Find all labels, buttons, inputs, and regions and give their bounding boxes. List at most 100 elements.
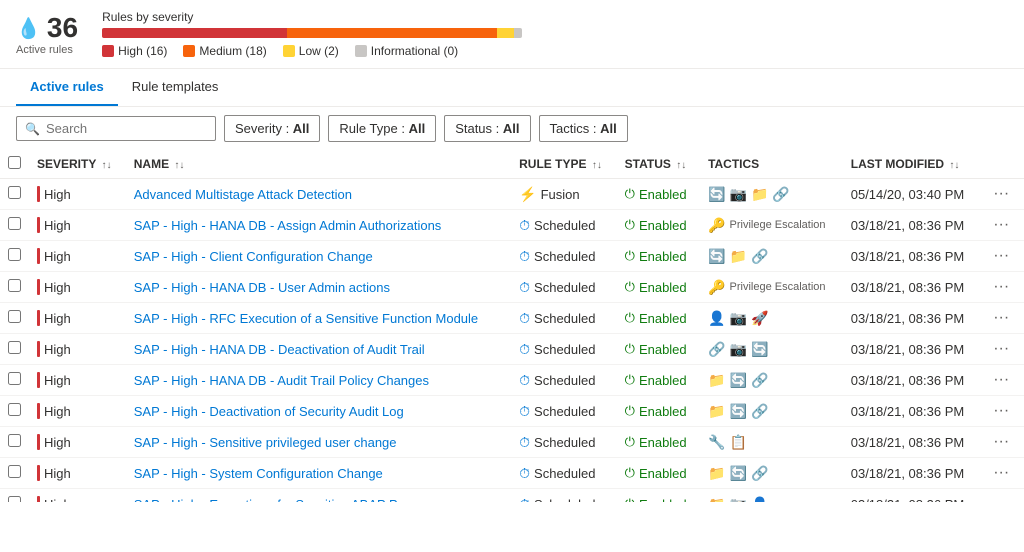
row-checkbox[interactable] (8, 403, 21, 416)
rule-name[interactable]: SAP - High - HANA DB - Deactivation of A… (134, 342, 425, 357)
filter-severity[interactable]: Severity : All (224, 115, 320, 142)
rule-type-label: Scheduled (534, 249, 595, 264)
name-cell: SAP - High - Execution of a Sensitive AB… (126, 489, 511, 503)
tactic-icon: 👤 (708, 310, 725, 327)
tactics-cell: 🔗📷🔄 (700, 334, 843, 365)
row-checkbox[interactable] (8, 434, 21, 447)
rule-name[interactable]: SAP - High - Deactivation of Security Au… (134, 404, 404, 419)
filter-status[interactable]: Status : All (444, 115, 530, 142)
more-button[interactable]: ··· (989, 185, 1013, 203)
filter-tactics[interactable]: Tactics : All (539, 115, 628, 142)
row-checkbox-cell (0, 179, 29, 210)
more-button[interactable]: ··· (989, 433, 1013, 451)
table-row[interactable]: High Advanced Multistage Attack Detection… (0, 179, 1024, 210)
tactic-icon: 📁 (708, 372, 725, 389)
rule-name[interactable]: SAP - High - HANA DB - User Admin action… (134, 280, 390, 295)
status-icon: ⏻ (625, 279, 635, 295)
name-cell: SAP - High - System Configuration Change (126, 458, 511, 489)
severity-label: High (44, 218, 71, 233)
row-checkbox[interactable] (8, 465, 21, 478)
severity-cell: High (29, 458, 126, 489)
row-checkbox[interactable] (8, 279, 21, 292)
table-row[interactable]: High SAP - High - HANA DB - Assign Admin … (0, 210, 1024, 241)
more-button[interactable]: ··· (989, 340, 1013, 358)
tactic-icon: 🔗 (751, 465, 768, 482)
last-modified-cell: 03/18/21, 08:36 PM (843, 396, 981, 427)
row-checkbox-cell (0, 210, 29, 241)
table-row[interactable]: HighSAP - High - HANA DB - User Admin ac… (0, 272, 1024, 303)
more-button[interactable]: ··· (989, 309, 1013, 327)
table-row[interactable]: HighSAP - High - RFC Execution of a Sens… (0, 303, 1024, 334)
table-row[interactable]: HighSAP - High - Sensitive privileged us… (0, 427, 1024, 458)
name-cell: SAP - High - Client Configuration Change (126, 241, 511, 272)
status-cell: ⏻Enabled (617, 458, 700, 489)
status-icon: ⏻ (625, 186, 635, 202)
row-checkbox[interactable] (8, 217, 21, 230)
more-button[interactable]: ··· (989, 371, 1013, 389)
row-checkbox[interactable] (8, 496, 21, 502)
rule-name[interactable]: SAP - High - HANA DB - Assign Admin Auth… (134, 218, 442, 233)
tactic-icon: 🚀 (751, 310, 768, 327)
table-row[interactable]: HighSAP - High - HANA DB - Audit Trail P… (0, 365, 1024, 396)
last-modified-value: 03/18/21, 08:36 PM (851, 249, 964, 264)
row-checkbox[interactable] (8, 310, 21, 323)
table-row[interactable]: HighSAP - High - HANA DB - Deactivation … (0, 334, 1024, 365)
last-modified-cell: 03/18/21, 08:36 PM (843, 241, 981, 272)
rule-name[interactable]: SAP - High - HANA DB - Audit Trail Polic… (134, 373, 429, 388)
rule-type-cell: ⏱Scheduled (511, 241, 617, 272)
row-checkbox-cell (0, 427, 29, 458)
rule-name[interactable]: SAP - High - Execution of a Sensitive AB… (134, 497, 439, 503)
tab-rule-templates[interactable]: Rule templates (118, 69, 233, 106)
status-cell: ⏻Enabled (617, 365, 700, 396)
table-row[interactable]: HighSAP - High - Deactivation of Securit… (0, 396, 1024, 427)
rule-name[interactable]: SAP - High - Sensitive privileged user c… (134, 435, 397, 450)
row-checkbox[interactable] (8, 372, 21, 385)
row-checkbox-cell (0, 489, 29, 503)
row-checkbox[interactable] (8, 341, 21, 354)
rule-name[interactable]: SAP - High - RFC Execution of a Sensitiv… (134, 311, 478, 326)
tactics-cell: 👤📷🚀 (700, 303, 843, 334)
row-checkbox[interactable] (8, 248, 21, 261)
more-button[interactable]: ··· (989, 216, 1013, 234)
legend-low: Low (2) (283, 44, 339, 58)
legend-info-label: Informational (0) (371, 44, 458, 58)
table-row[interactable]: High SAP - High - Client Configuration Ch… (0, 241, 1024, 272)
more-button[interactable]: ··· (989, 278, 1013, 296)
tactic-icon: 📷 (730, 186, 747, 203)
rule-name[interactable]: Advanced Multistage Attack Detection (134, 187, 352, 202)
table-row[interactable]: HighSAP - High - Execution of a Sensitiv… (0, 489, 1024, 503)
severity-label: High (44, 249, 71, 264)
rule-name[interactable]: SAP - High - System Configuration Change (134, 466, 383, 481)
tactic-icon: 🔑 (708, 217, 725, 234)
more-button[interactable]: ··· (989, 495, 1013, 502)
last-modified-cell: 03/18/21, 08:36 PM (843, 489, 981, 503)
status-cell: ⏻Enabled (617, 396, 700, 427)
last-modified-value: 03/18/21, 08:36 PM (851, 342, 964, 357)
table-row[interactable]: High SAP - High - System Configuration Ch… (0, 458, 1024, 489)
legend-high-label: High (16) (118, 44, 167, 58)
rule-type-cell: ⏱Scheduled (511, 365, 617, 396)
filter-rule-type[interactable]: Rule Type : All (328, 115, 436, 142)
select-all-checkbox[interactable] (8, 156, 21, 169)
status-label: Enabled (639, 435, 687, 450)
more-cell: ··· (981, 396, 1024, 427)
more-button[interactable]: ··· (989, 247, 1013, 265)
more-button[interactable]: ··· (989, 402, 1013, 420)
active-count-label: Active rules (16, 44, 73, 56)
severity-label: High (44, 187, 71, 202)
rule-type-label: Scheduled (534, 373, 595, 388)
more-cell: ··· (981, 210, 1024, 241)
search-input[interactable] (46, 121, 207, 136)
rule-type-label: Scheduled (534, 435, 595, 450)
legend-info: Informational (0) (355, 44, 458, 58)
status-icon: ⏻ (625, 217, 635, 233)
row-checkbox[interactable] (8, 186, 21, 199)
tab-active-rules[interactable]: Active rules (16, 69, 118, 106)
more-button[interactable]: ··· (989, 464, 1013, 482)
search-box[interactable]: 🔍 (16, 116, 216, 141)
severity-indicator (37, 496, 40, 502)
rule-type-label: Scheduled (534, 218, 595, 233)
more-cell: ··· (981, 334, 1024, 365)
more-cell: ··· (981, 489, 1024, 503)
rule-name[interactable]: SAP - High - Client Configuration Change (134, 249, 373, 264)
